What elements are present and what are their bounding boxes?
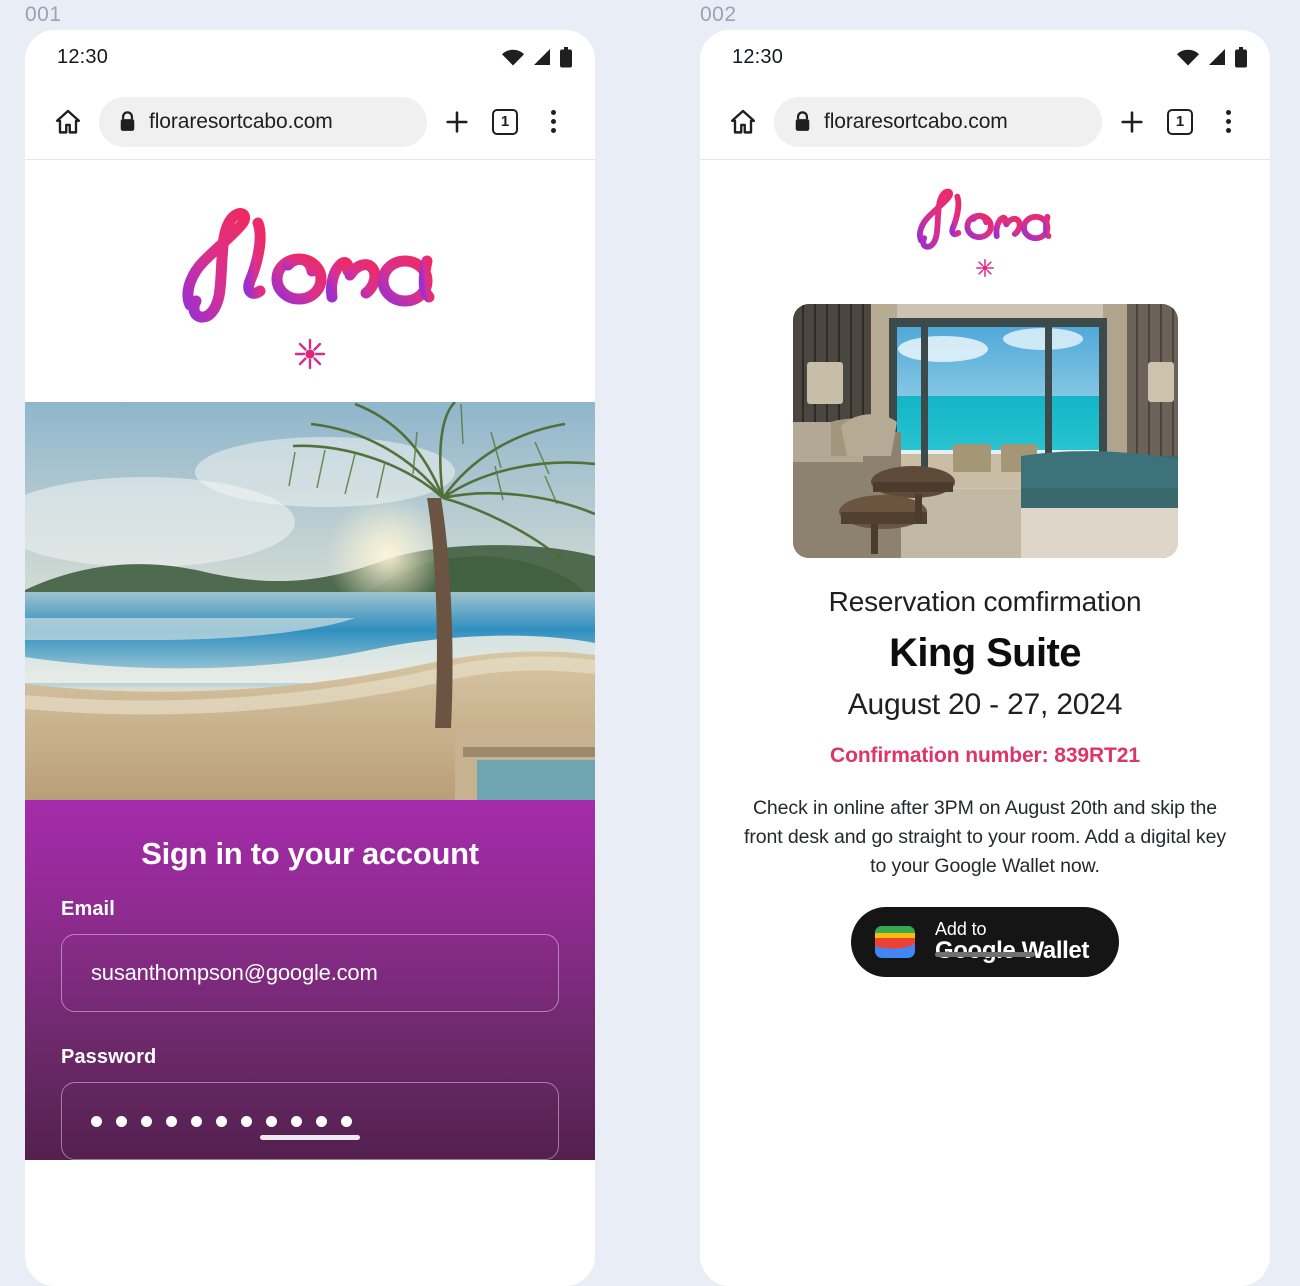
flower-spark-icon — [976, 259, 994, 277]
home-button[interactable] — [45, 107, 91, 137]
hero-beach-photo — [25, 402, 595, 800]
more-vertical-icon — [1225, 110, 1231, 133]
checkin-note: Check in online after 3PM on August 20th… — [744, 797, 1226, 877]
reservation-subtitle: Reservation comfirmation — [828, 586, 1142, 617]
lock-icon — [120, 111, 135, 131]
tab-count-badge: 1 — [492, 108, 518, 135]
screenshot-canvas: 001 12:30 floraresortcabo.com 1 Sign in … — [0, 0, 1300, 1286]
email-input-value: susanthompson@google.com — [91, 960, 378, 985]
home-icon — [730, 109, 756, 134]
plus-icon — [1121, 110, 1143, 133]
password-masked-value — [91, 1115, 352, 1127]
new-tab-button[interactable] — [433, 108, 481, 136]
wallet-button-line1: Add to — [935, 918, 987, 939]
reservation-dates: August 20 - 27, 2024 — [847, 688, 1123, 721]
room-photo — [792, 304, 1178, 558]
status-bar: 12:30 — [700, 30, 1270, 84]
browser-toolbar: floraresortcabo.com 1 — [25, 84, 595, 160]
wifi-icon — [1177, 49, 1199, 66]
browser-menu-button[interactable] — [1204, 110, 1252, 133]
room-name: King Suite — [889, 631, 1081, 675]
confirmation-content: Reservation comfirmation King Suite Augu… — [700, 160, 1270, 977]
add-to-google-wallet-button[interactable]: Add to Google Wallet — [851, 906, 1119, 977]
cell-signal-icon — [1209, 49, 1225, 65]
status-bar: 12:30 — [25, 30, 595, 84]
password-field-label: Password — [61, 1046, 157, 1068]
flora-wordmark — [174, 208, 435, 323]
status-time: 12:30 — [732, 45, 784, 68]
new-tab-button[interactable] — [1108, 108, 1156, 136]
browser-toolbar: floraresortcabo.com 1 — [700, 84, 1270, 160]
wifi-icon — [502, 49, 524, 66]
battery-icon — [1235, 46, 1247, 67]
email-field-label: Email — [61, 898, 115, 920]
status-icon-group — [501, 46, 573, 68]
tab-count-badge: 1 — [1167, 108, 1193, 135]
cell-signal-icon — [534, 49, 550, 65]
home-icon — [55, 109, 81, 134]
wallet-button-text: Add to Google Wallet — [935, 918, 1089, 963]
brand-header — [25, 160, 595, 402]
address-bar[interactable]: floraresortcabo.com — [99, 96, 427, 147]
password-input[interactable] — [61, 1082, 559, 1160]
confirmation-number: Confirmation number: 839RT21 — [830, 744, 1140, 767]
google-wallet-icon — [875, 925, 916, 958]
phone-mockup-002: 12:30 floraresortcabo.com 1 Reservation … — [700, 30, 1270, 1286]
flora-wordmark — [912, 188, 1052, 250]
status-icon-group — [1176, 46, 1248, 68]
tab-switcher-button[interactable]: 1 — [1156, 108, 1204, 135]
plus-icon — [446, 110, 468, 133]
frame-label-001: 001 — [25, 3, 62, 26]
address-bar-url: floraresortcabo.com — [824, 109, 1008, 133]
address-bar-url: floraresortcabo.com — [149, 109, 333, 133]
email-input[interactable]: susanthompson@google.com — [61, 934, 559, 1012]
signin-panel: Sign in to your account Email susanthomp… — [25, 800, 595, 1160]
status-time: 12:30 — [57, 45, 109, 68]
battery-icon — [560, 46, 572, 67]
phone-mockup-001: 12:30 floraresortcabo.com 1 Sign in to y… — [25, 30, 595, 1286]
home-indicator[interactable] — [260, 1135, 360, 1140]
frame-label-002: 002 — [700, 3, 737, 26]
tab-switcher-button[interactable]: 1 — [481, 108, 529, 135]
signin-title: Sign in to your account — [141, 836, 479, 871]
lock-icon — [795, 111, 810, 131]
address-bar[interactable]: floraresortcabo.com — [774, 96, 1102, 147]
flower-spark-icon — [294, 338, 326, 370]
home-indicator[interactable] — [935, 951, 1035, 957]
home-button[interactable] — [720, 107, 766, 137]
browser-menu-button[interactable] — [529, 110, 577, 133]
more-vertical-icon — [550, 110, 556, 133]
